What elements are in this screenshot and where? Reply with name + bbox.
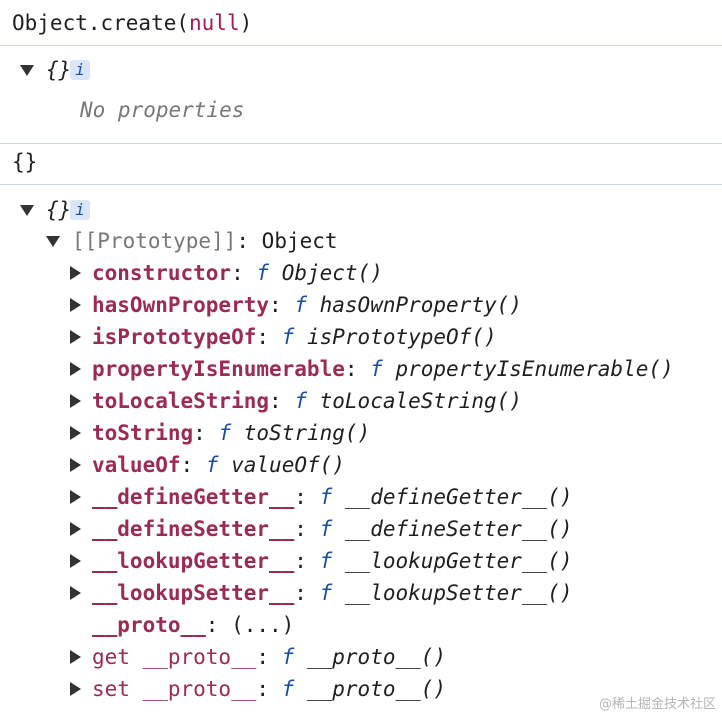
function-marker: f	[370, 357, 383, 381]
colon: :	[193, 421, 219, 445]
expand-triangle-right-icon[interactable]	[70, 586, 81, 600]
property-key: hasOwnProperty	[92, 293, 270, 317]
function-value: __defineSetter__()	[344, 517, 573, 541]
expand-triangle-right-icon[interactable]	[70, 362, 81, 376]
function-value: __lookupSetter__()	[344, 581, 573, 605]
getter-prefix: get	[92, 645, 143, 669]
object-preview[interactable]: {}	[46, 54, 71, 86]
function-marker: f	[319, 581, 333, 605]
function-marker: f	[281, 325, 295, 349]
colon: :	[294, 581, 320, 605]
property-key: __defineGetter__	[92, 485, 295, 509]
info-icon[interactable]: i	[70, 60, 90, 80]
colon: :	[256, 325, 282, 349]
colon: :	[269, 293, 295, 317]
expand-triangle-right-icon[interactable]	[70, 458, 81, 472]
property-key: constructor	[92, 261, 232, 285]
function-value: propertyIsEnumerable()	[395, 357, 674, 381]
setter-prefix: set	[92, 677, 143, 701]
property-key: toString	[92, 421, 194, 445]
function-value: Object()	[281, 261, 383, 285]
expand-triangle-down-icon[interactable]	[20, 65, 34, 76]
expand-triangle-down-icon[interactable]	[46, 236, 60, 247]
colon: :	[294, 517, 320, 541]
no-properties-text: No properties	[80, 98, 245, 122]
colon: :	[294, 485, 320, 509]
expand-triangle-right-icon[interactable]	[70, 394, 81, 408]
colon: :	[231, 261, 257, 285]
expand-triangle-right-icon[interactable]	[70, 426, 81, 440]
lazy-value[interactable]: (...)	[231, 613, 294, 637]
property-key: toLocaleString	[92, 389, 270, 413]
colon: :	[256, 645, 282, 669]
expand-triangle-right-icon[interactable]	[70, 522, 81, 536]
function-marker: f	[281, 645, 295, 669]
function-value: hasOwnProperty()	[319, 293, 522, 317]
expand-triangle-right-icon[interactable]	[70, 650, 81, 664]
function-value: toString()	[243, 421, 371, 445]
colon: :	[205, 613, 232, 637]
colon: :	[180, 453, 206, 477]
object-preview[interactable]: {}	[46, 194, 71, 226]
function-value: valueOf()	[231, 453, 345, 477]
function-marker: f	[205, 453, 219, 477]
function-marker: f	[256, 261, 270, 285]
expand-triangle-right-icon[interactable]	[70, 266, 81, 280]
function-marker: f	[294, 389, 307, 413]
property-key: __proto__	[142, 645, 257, 669]
expand-triangle-right-icon[interactable]	[70, 298, 81, 312]
console-separator	[0, 143, 722, 144]
colon: :	[344, 357, 371, 381]
function-marker: f	[281, 677, 295, 701]
function-value: __proto__()	[306, 645, 447, 669]
property-key: valueOf	[92, 453, 181, 477]
colon: :	[236, 229, 262, 253]
property-key: __lookupGetter__	[92, 549, 295, 573]
function-value: __lookupGetter__()	[344, 549, 573, 573]
property-key: propertyIsEnumerable	[92, 357, 345, 381]
property-key: __proto__	[92, 613, 206, 637]
console-separator	[0, 184, 722, 185]
colon: :	[294, 549, 320, 573]
expr-text: Object.create(	[12, 11, 190, 35]
result-1-header[interactable]: {} i	[20, 54, 140, 86]
function-marker: f	[319, 549, 333, 573]
expand-triangle-right-icon[interactable]	[70, 682, 81, 696]
null-keyword: null	[189, 11, 240, 35]
console-separator	[0, 45, 722, 46]
function-marker: f	[294, 293, 307, 317]
prototype-value: Object	[261, 229, 338, 253]
expand-triangle-right-icon[interactable]	[70, 330, 81, 344]
prototype-label: [[Prototype]]	[72, 229, 237, 253]
function-marker: f	[218, 421, 232, 445]
console-expression-1: Object.create(null)	[12, 7, 252, 39]
function-marker: f	[319, 485, 333, 509]
property-key: isPrototypeOf	[92, 325, 257, 349]
expr-text-end: )	[239, 11, 253, 35]
function-value: toLocaleString()	[319, 389, 522, 413]
info-icon[interactable]: i	[70, 200, 90, 220]
function-marker: f	[319, 517, 333, 541]
function-value: __defineGetter__()	[344, 485, 573, 509]
colon: :	[256, 677, 282, 701]
result-2-header[interactable]: {} i	[20, 194, 140, 226]
console-expression-2: {}	[12, 150, 38, 174]
proto-accessor-row[interactable]: __proto__: (...)	[92, 609, 294, 641]
function-value: isPrototypeOf()	[306, 325, 497, 349]
property-key: __defineSetter__	[92, 517, 295, 541]
expand-triangle-down-icon[interactable]	[20, 205, 34, 216]
expand-triangle-right-icon[interactable]	[70, 490, 81, 504]
watermark: @稀土掘金技术社区	[598, 697, 716, 712]
function-value: __proto__()	[306, 677, 447, 701]
expand-triangle-right-icon[interactable]	[70, 554, 81, 568]
property-key: __proto__	[142, 677, 257, 701]
property-key: __lookupSetter__	[92, 581, 295, 605]
colon: :	[269, 389, 295, 413]
